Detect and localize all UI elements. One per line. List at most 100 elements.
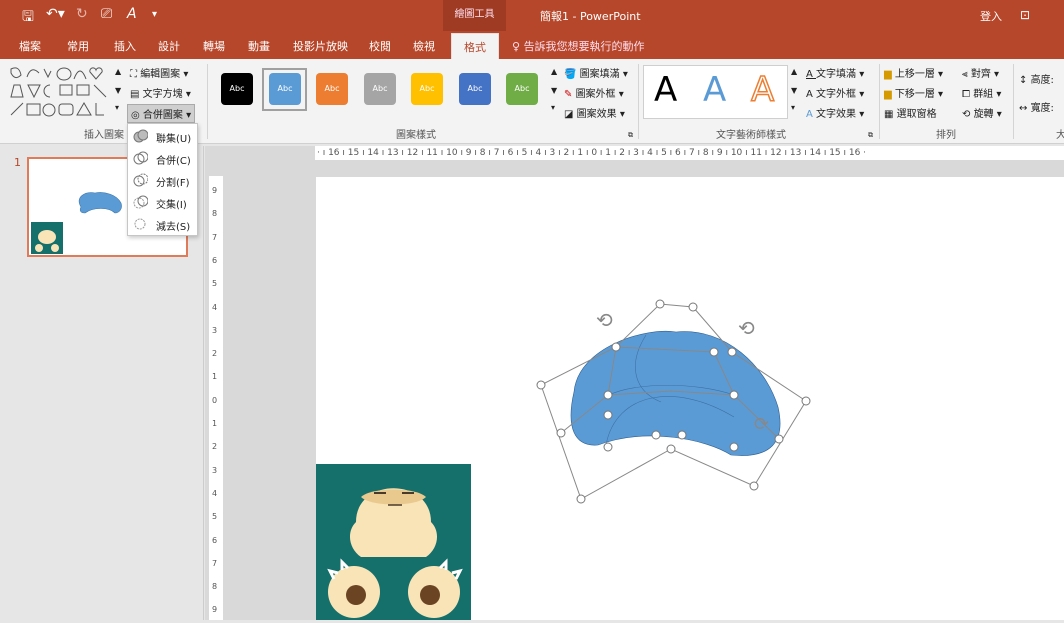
wordart-scroll-up[interactable]: ▲ (791, 67, 797, 76)
vertical-ruler-tick-label: 3 (212, 325, 218, 335)
undo-icon[interactable]: ↶▾ (46, 6, 65, 22)
scribble-shape-icon (43, 68, 52, 79)
fragment-icon (133, 173, 148, 187)
tab-review[interactable]: 校閱 (369, 38, 391, 54)
edit-point-handle[interactable] (603, 410, 613, 420)
redo-icon[interactable]: ↻ (76, 6, 88, 22)
merge-intersect-item[interactable]: 交集(I) (128, 192, 197, 213)
edit-point-handle[interactable] (536, 380, 546, 390)
shape-fill-button[interactable]: 🪣 圖案填滿 ▾ (564, 65, 628, 80)
shape-style-swatch[interactable]: Abc (316, 73, 348, 105)
rotate-handle-icon[interactable]: ⟲ (596, 308, 613, 332)
bring-forward-button[interactable]: ▆ 上移一層 ▾ (884, 65, 943, 80)
tab-transitions[interactable]: 轉場 (203, 38, 225, 54)
selection-pane-button[interactable]: ▦ 選取窗格 (884, 105, 937, 120)
merge-subtract-item[interactable]: 減去(S) (128, 214, 197, 235)
merge-union-label: 聯集(U) (156, 134, 192, 145)
styles-scroll-down[interactable]: ▼ (551, 86, 557, 95)
height-icon: ↕ (1019, 75, 1031, 86)
edit-point-handle[interactable] (611, 342, 621, 352)
height-field[interactable]: ↕ 高度: (1019, 71, 1054, 86)
sign-in-link[interactable]: 登入 (980, 8, 1002, 24)
tab-animations[interactable]: 動畫 (248, 38, 270, 54)
gallery-scroll-up[interactable]: ▲ (115, 67, 121, 76)
rotate-button[interactable]: ⟲ 旋轉 ▾ (962, 105, 1002, 120)
vertical-textbox-shape-icon (76, 84, 90, 96)
edit-point-handle[interactable] (749, 481, 759, 491)
vertical-ruler-tick-label: 7 (212, 232, 218, 242)
gallery-expand[interactable]: ▾ (115, 103, 119, 112)
edit-point-handle[interactable] (651, 430, 661, 440)
slide-canvas[interactable]: ⟲ ⟲ ⟳ (316, 177, 1064, 620)
customize-toolbar-icon[interactable]: ▾ (152, 9, 157, 20)
edit-point-handle[interactable] (666, 444, 676, 454)
merge-union-item[interactable]: 聯集(U) (128, 126, 197, 147)
edit-point-handle[interactable] (556, 428, 566, 438)
shape-fill-label: 圖案填滿 (579, 69, 620, 80)
styles-expand[interactable]: ▾ (551, 103, 555, 112)
group-button[interactable]: ⧠ 群組 ▾ (962, 85, 1001, 100)
shape-styles-launcher-icon[interactable]: ⧉ (628, 131, 633, 140)
wordart-style-black[interactable]: A (654, 70, 677, 110)
shape-style-swatch[interactable]: Abc (364, 73, 396, 105)
shape-style-swatch[interactable]: Abc (411, 73, 443, 105)
merge-fragment-item[interactable]: 分割(F) (128, 170, 197, 191)
ribbon-tabs: 檔案 常用 插入 設計 轉場 動畫 投影片放映 校閱 檢視 格式 ♀ 告訴我您想… (0, 31, 1064, 59)
shape-style-swatch[interactable]: Abc (459, 73, 491, 105)
merge-combine-item[interactable]: 合併(C) (128, 148, 197, 169)
shape-style-swatch[interactable]: Abc (506, 73, 538, 105)
vertical-ruler-tick-label: 2 (212, 349, 218, 359)
send-backward-button[interactable]: ▆ 下移一層 ▾ (884, 85, 943, 100)
width-field[interactable]: ↔ 寬度: (1019, 99, 1054, 114)
tab-design[interactable]: 設計 (158, 38, 180, 54)
vertical-ruler-tick-label: 8 (212, 582, 218, 592)
send-backward-icon: ▆ (884, 89, 895, 100)
edit-point-handle[interactable] (688, 302, 698, 312)
tab-format[interactable]: 格式 (451, 33, 499, 59)
wordart-scroll-down[interactable]: ▼ (791, 86, 797, 95)
rotate-handle-icon[interactable]: ⟲ (738, 316, 755, 340)
edit-shape-button[interactable]: ⛶ 編輯圖案 ▾ (130, 65, 188, 80)
edit-point-handle[interactable] (576, 494, 586, 504)
text-effects-button[interactable]: A 文字效果 ▾ (806, 105, 864, 120)
edit-point-handle[interactable] (727, 347, 737, 357)
text-outline-button[interactable]: A 文字外框 ▾ (806, 85, 864, 100)
tab-slideshow[interactable]: 投影片放映 (293, 38, 348, 54)
edit-point-handle[interactable] (709, 347, 719, 357)
edit-point-handle[interactable] (603, 442, 613, 452)
format-painter-icon[interactable]: A (127, 6, 137, 22)
edit-point-handle[interactable] (801, 396, 811, 406)
text-box-button[interactable]: ▤ 文字方塊 ▾ (130, 85, 191, 100)
edit-point-handle[interactable] (677, 430, 687, 440)
shape-outline-button[interactable]: ✎ 圖案外框 ▾ (564, 85, 624, 100)
tab-view[interactable]: 檢視 (413, 38, 435, 54)
snorlax-image[interactable] (316, 464, 471, 620)
edit-point-handle[interactable] (774, 434, 784, 444)
rotate-handle-icon[interactable]: ⟳ (754, 414, 769, 435)
shape-effects-label: 圖案效果 (576, 109, 617, 120)
edit-point-handle[interactable] (603, 390, 613, 400)
edit-point-handle[interactable] (729, 442, 739, 452)
wordart-style-blue[interactable]: A (703, 70, 726, 110)
shape-style-swatch[interactable]: Abc (221, 73, 253, 105)
tab-file[interactable]: 檔案 (19, 38, 41, 54)
triangle-shape-icon (76, 102, 92, 116)
shapes-gallery[interactable] (8, 65, 116, 123)
tab-insert[interactable]: 插入 (114, 38, 136, 54)
tab-home[interactable]: 常用 (67, 38, 89, 54)
wordart-style-orange[interactable]: A (750, 69, 775, 111)
ribbon-display-icon[interactable]: ⊡ (1020, 8, 1030, 22)
wordart-expand[interactable]: ▾ (791, 103, 795, 112)
edit-point-handle[interactable] (655, 299, 665, 309)
save-icon[interactable]: 🖫 (22, 6, 34, 30)
present-icon[interactable]: ⎚ (101, 6, 112, 22)
align-button[interactable]: ⫷ 對齊 ▾ (962, 65, 999, 80)
styles-scroll-up[interactable]: ▲ (551, 67, 557, 76)
merge-shapes-button[interactable]: ◎ 合併圖案 ▾ (127, 104, 196, 123)
edit-point-handle[interactable] (729, 390, 739, 400)
tell-me-box[interactable]: ♀ 告訴我您想要執行的動作 (512, 38, 645, 54)
gallery-scroll-down[interactable]: ▼ (115, 86, 121, 95)
text-fill-button[interactable]: A 文字填滿 ▾ (806, 65, 864, 80)
wordart-launcher-icon[interactable]: ⧉ (868, 131, 873, 140)
shape-effects-button[interactable]: ◪ 圖案效果 ▾ (564, 105, 625, 120)
